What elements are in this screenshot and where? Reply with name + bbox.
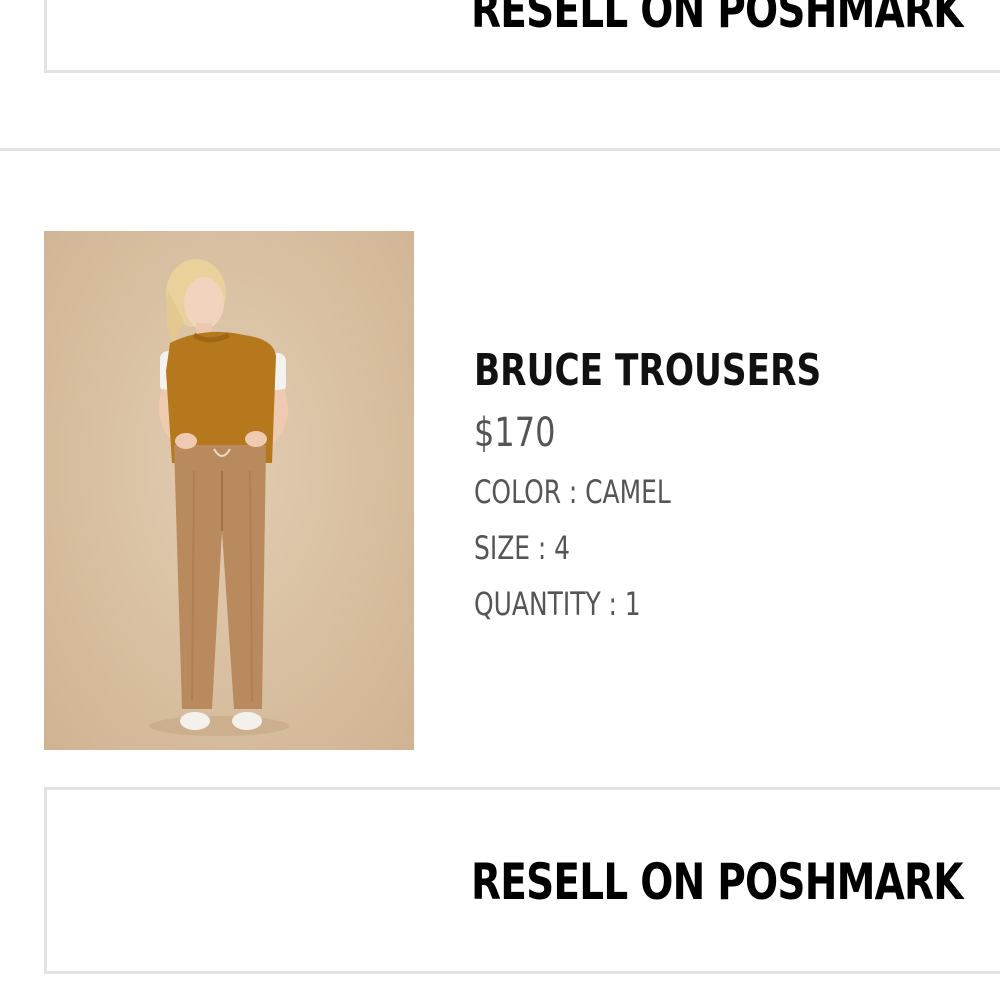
- order-item-page: RESELL ON POSHMARK BRUCE TROUSERS $170 C…: [0, 0, 1000, 1000]
- quantity-label: QUANTITY: [474, 585, 601, 623]
- item-divider: [0, 148, 1000, 151]
- resell-button-label: RESELL ON POSHMARK: [471, 0, 964, 39]
- resell-button-label: RESELL ON POSHMARK: [471, 853, 964, 911]
- color-value: CAMEL: [585, 473, 671, 511]
- quantity-value: 1: [624, 585, 641, 623]
- product-price: $170: [474, 410, 556, 456]
- quantity-separator: :: [608, 585, 617, 623]
- resell-on-poshmark-button-top[interactable]: RESELL ON POSHMARK: [44, 0, 1000, 73]
- product-quantity: QUANTITY:1: [474, 576, 821, 632]
- product-image[interactable]: [44, 231, 414, 750]
- product-color: COLOR: CAMEL: [474, 464, 821, 520]
- model-photo-illustration: [149, 259, 289, 736]
- product-size: SIZE:4: [474, 520, 821, 576]
- resell-on-poshmark-button[interactable]: RESELL ON POSHMARK: [44, 787, 1000, 974]
- product-title[interactable]: BRUCE TROUSERS: [474, 340, 821, 402]
- size-value: 4: [554, 529, 570, 567]
- size-label: SIZE: [474, 529, 531, 567]
- color-label: COLOR: [474, 473, 562, 511]
- size-separator: :: [537, 529, 547, 567]
- product-info: BRUCE TROUSERS $170 COLOR: CAMEL SIZE:4 Q…: [474, 340, 919, 632]
- color-separator: :: [568, 473, 578, 511]
